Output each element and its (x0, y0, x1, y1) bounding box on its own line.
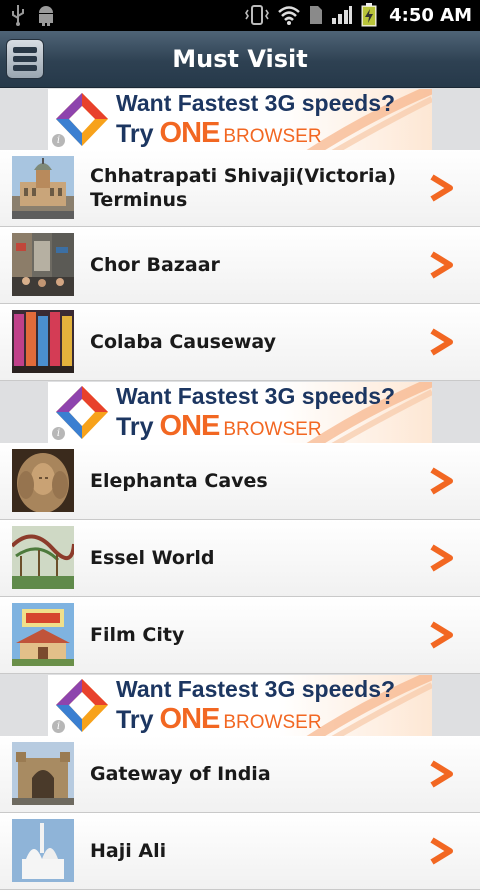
ad-banner[interactable]: Want Fastest 3G speeds? Try ONE BROWSER i (0, 381, 480, 446)
ad-brand-text: ONE (159, 117, 221, 149)
clock: 4:50 AM (389, 4, 472, 26)
ad-banner[interactable]: Want Fastest 3G speeds? Try ONE BROWSER i (0, 674, 480, 739)
list-item[interactable]: Chhatrapati Shivaji(Victoria) Terminus (0, 150, 480, 227)
list-item[interactable]: Gateway of India (0, 736, 480, 813)
ad-browser-text: BROWSER (223, 712, 322, 733)
chevron-right-icon[interactable] (428, 621, 454, 649)
chevron-right-icon[interactable] (428, 467, 454, 495)
list-item[interactable]: Chor Bazaar (0, 227, 480, 304)
essel-world-thumbnail (12, 526, 74, 589)
haji-ali-thumbnail (12, 819, 74, 882)
ad-info-icon[interactable]: i (52, 427, 65, 440)
ad-brand-text: ONE (159, 703, 221, 735)
ad-try-text: Try (116, 413, 154, 441)
ad-banner[interactable]: Want Fastest 3G speeds? Try ONE BROWSER i (0, 88, 480, 153)
ad-info-icon[interactable]: i (52, 720, 65, 733)
film-city-thumbnail (12, 603, 74, 666)
list-item-label: Essel World (90, 547, 215, 569)
ad-headline: Want Fastest 3G speeds? (116, 676, 396, 702)
ad-brand-text: ONE (159, 410, 221, 442)
chevron-right-icon[interactable] (428, 174, 454, 202)
battery-charging-icon (361, 3, 377, 27)
vibrate-icon (245, 5, 270, 25)
ad-browser-text: BROWSER (223, 126, 322, 147)
colaba-causeway-thumbnail (12, 310, 74, 373)
title-bar: Must Visit (0, 31, 480, 88)
chevron-right-icon[interactable] (428, 760, 454, 788)
sim-card-icon (310, 6, 323, 24)
list-item-label: Elephanta Caves (90, 470, 268, 492)
status-bar: 4:50 AM (0, 0, 480, 31)
chevron-right-icon[interactable] (428, 251, 454, 279)
chevron-right-icon[interactable] (428, 837, 454, 865)
ad-content[interactable]: Want Fastest 3G speeds? Try ONE BROWSER i (48, 382, 432, 443)
elephanta-caves-thumbnail (12, 449, 74, 512)
ad-browser-text: BROWSER (223, 419, 322, 440)
android-debug-icon (39, 6, 53, 26)
chevron-right-icon[interactable] (428, 544, 454, 572)
signal-icon (332, 6, 353, 24)
list-item[interactable]: Colaba Causeway (0, 304, 480, 381)
list-item-label: Chor Bazaar (90, 254, 220, 276)
list-item[interactable]: Elephanta Caves (0, 443, 480, 520)
chevron-right-icon[interactable] (428, 328, 454, 356)
list-item[interactable]: Essel World (0, 520, 480, 597)
ad-content[interactable]: Want Fastest 3G speeds? Try ONE BROWSER i (48, 89, 432, 150)
ad-try-text: Try (116, 120, 154, 148)
list-item[interactable]: Film City (0, 597, 480, 674)
list-item-label: Haji Ali (90, 840, 167, 862)
ad-tagline: Try ONE BROWSER (116, 410, 322, 443)
ad-info-icon[interactable]: i (52, 134, 65, 147)
list-item-label: Chhatrapati Shivaji(Victoria) Terminus (90, 165, 397, 211)
chor-bazaar-thumbnail (12, 233, 74, 296)
ad-tagline: Try ONE BROWSER (116, 117, 322, 150)
list-item-label: Film City (90, 624, 185, 646)
wifi-icon (278, 6, 300, 25)
ad-tagline: Try ONE BROWSER (116, 703, 322, 736)
ad-try-text: Try (116, 706, 154, 734)
ad-headline: Want Fastest 3G speeds? (116, 90, 396, 116)
usb-icon (12, 5, 24, 26)
ad-headline: Want Fastest 3G speeds? (116, 383, 396, 409)
victoria-terminus-thumbnail (12, 156, 74, 219)
list-item-label: Colaba Causeway (90, 331, 277, 353)
gateway-of-india-thumbnail (12, 742, 74, 805)
ad-content[interactable]: Want Fastest 3G speeds? Try ONE BROWSER i (48, 675, 432, 736)
list-item-label: Gateway of India (90, 763, 271, 785)
list-item[interactable]: Haji Ali (0, 813, 480, 890)
page-title: Must Visit (172, 45, 308, 73)
